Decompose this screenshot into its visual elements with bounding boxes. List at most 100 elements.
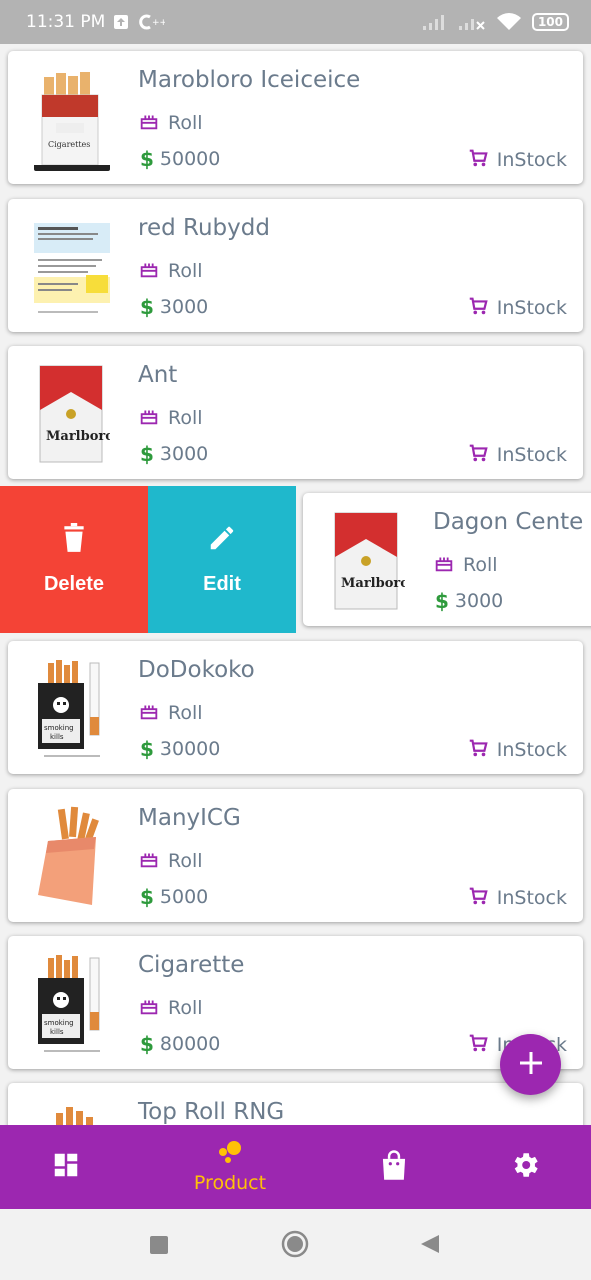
stock-status: InStock	[496, 887, 567, 909]
product-price: 80000	[159, 1033, 221, 1055]
product-unit: Roll	[168, 997, 203, 1019]
product-image-cigarettes	[34, 1099, 110, 1125]
product-card[interactable]: Top Roll RNG	[8, 1083, 583, 1125]
product-unit: Roll	[168, 112, 203, 134]
svg-text:Cigarettes: Cigarettes	[48, 140, 90, 149]
dashboard-icon	[51, 1150, 81, 1184]
product-card[interactable]: Marlboro Ant Roll $ 3000 InStock	[8, 346, 583, 479]
bottom-navigation: Product	[0, 1125, 591, 1209]
status-time: 11:31 PM	[26, 12, 106, 32]
plus-icon	[518, 1050, 544, 1080]
svg-text:kills: kills	[50, 1028, 64, 1036]
recent-apps-icon[interactable]	[149, 1235, 169, 1259]
vpn-c-icon: ++	[137, 14, 165, 30]
stock-status: InStock	[496, 149, 567, 171]
cart-icon	[467, 295, 489, 321]
product-image-marlboro-red: Marlboro	[34, 362, 110, 466]
product-card[interactable]: Marlboro Dagon Cente Roll $ 3000	[303, 493, 591, 626]
dollar-icon: $	[140, 295, 154, 319]
product-name: Dagon Cente	[433, 509, 584, 535]
signal-icon	[422, 13, 448, 31]
dollar-icon: $	[140, 147, 154, 171]
nav-product[interactable]: Product	[180, 1125, 280, 1209]
delete-button[interactable]: Delete	[0, 486, 148, 633]
product-price: 30000	[159, 738, 221, 760]
add-product-button[interactable]	[500, 1034, 561, 1095]
product-card[interactable]: red Rubydd Roll $ 3000 InStock	[8, 199, 583, 332]
wifi-icon	[496, 12, 522, 32]
product-card[interactable]: smoking kills Cigarette Roll $ 80000 InS…	[8, 936, 583, 1069]
shopping-bag-icon	[379, 1149, 409, 1185]
cake-icon	[138, 995, 160, 1021]
product-price: 3000	[159, 443, 209, 465]
nav-settings[interactable]	[489, 1125, 561, 1209]
cart-icon	[467, 1032, 489, 1058]
dollar-icon: $	[140, 442, 154, 466]
stock-status: InStock	[496, 297, 567, 319]
edit-label: Edit	[203, 573, 241, 595]
cart-icon	[467, 442, 489, 468]
battery-icon: 100	[531, 13, 569, 31]
status-bar: 11:31 PM ++ 100	[0, 0, 591, 44]
product-name: Ant	[138, 362, 178, 388]
svg-text:kills: kills	[50, 733, 64, 741]
product-name: Cigarette	[138, 952, 245, 978]
product-image-marlboro-ice: Cigarettes	[34, 67, 110, 171]
system-navigation-bar	[0, 1209, 591, 1280]
svg-text:++: ++	[152, 18, 165, 28]
cake-icon	[138, 258, 160, 284]
product-card[interactable]: smoking kills DoDokoko Roll $ 30000 InSt…	[8, 641, 583, 774]
product-name: DoDokoko	[138, 657, 255, 683]
product-list[interactable]: Cigarettes Marobloro Iceiceice Roll $ 50…	[0, 44, 591, 1125]
product-card[interactable]: ManyICG Roll $ 5000 InStock	[8, 789, 583, 922]
product-price: 3000	[454, 590, 504, 612]
settings-gear-icon	[509, 1149, 541, 1185]
nav-dashboard[interactable]	[30, 1125, 102, 1209]
product-unit: Roll	[168, 407, 203, 429]
product-unit: Roll	[168, 260, 203, 282]
product-unit: Roll	[463, 554, 498, 576]
product-price: 5000	[159, 886, 209, 908]
cake-icon	[138, 110, 160, 136]
edit-button[interactable]: Edit	[148, 486, 296, 633]
nav-orders[interactable]	[358, 1125, 430, 1209]
nav-product-label: Product	[193, 1172, 267, 1194]
delete-label: Delete	[43, 573, 105, 595]
product-image-smoking-kills: smoking kills	[34, 952, 110, 1056]
product-name: Top Roll RNG	[138, 1099, 285, 1125]
product-image-marlboro-red: Marlboro	[329, 509, 405, 613]
dollar-icon: $	[140, 737, 154, 761]
swiped-product-row[interactable]: Delete Edit Marlboro Dagon Cente Roll $ …	[0, 486, 591, 633]
product-name: ManyICG	[138, 805, 241, 831]
product-card[interactable]: Cigarettes Marobloro Iceiceice Roll $ 50…	[8, 51, 583, 184]
dollar-icon: $	[435, 589, 449, 613]
home-icon[interactable]	[281, 1230, 309, 1262]
product-name: Marobloro Iceiceice	[138, 67, 361, 93]
signal-x-icon	[458, 13, 486, 31]
cart-icon	[467, 147, 489, 173]
product-price: 50000	[159, 148, 221, 170]
upload-icon	[113, 14, 129, 30]
cake-icon	[433, 552, 455, 578]
product-unit: Roll	[168, 702, 203, 724]
cart-icon	[467, 737, 489, 763]
product-unit: Roll	[168, 850, 203, 872]
svg-text:Marlboro: Marlboro	[46, 429, 110, 444]
cake-icon	[138, 700, 160, 726]
product-dots-icon	[216, 1140, 244, 1168]
stock-status: InStock	[496, 739, 567, 761]
svg-text:smoking: smoking	[44, 1019, 74, 1027]
dollar-icon: $	[140, 885, 154, 909]
svg-text:Marlboro: Marlboro	[341, 576, 405, 591]
cake-icon	[138, 405, 160, 431]
product-price: 3000	[159, 296, 209, 318]
dollar-icon: $	[140, 1032, 154, 1056]
pencil-icon	[207, 523, 237, 559]
trash-icon	[61, 523, 87, 559]
product-image-open-pack	[34, 805, 110, 909]
product-image-document	[34, 215, 110, 319]
product-image-smoking-kills: smoking kills	[34, 657, 110, 761]
back-icon[interactable]	[419, 1233, 441, 1259]
stock-status: InStock	[496, 444, 567, 466]
product-name: red Rubydd	[138, 215, 270, 241]
